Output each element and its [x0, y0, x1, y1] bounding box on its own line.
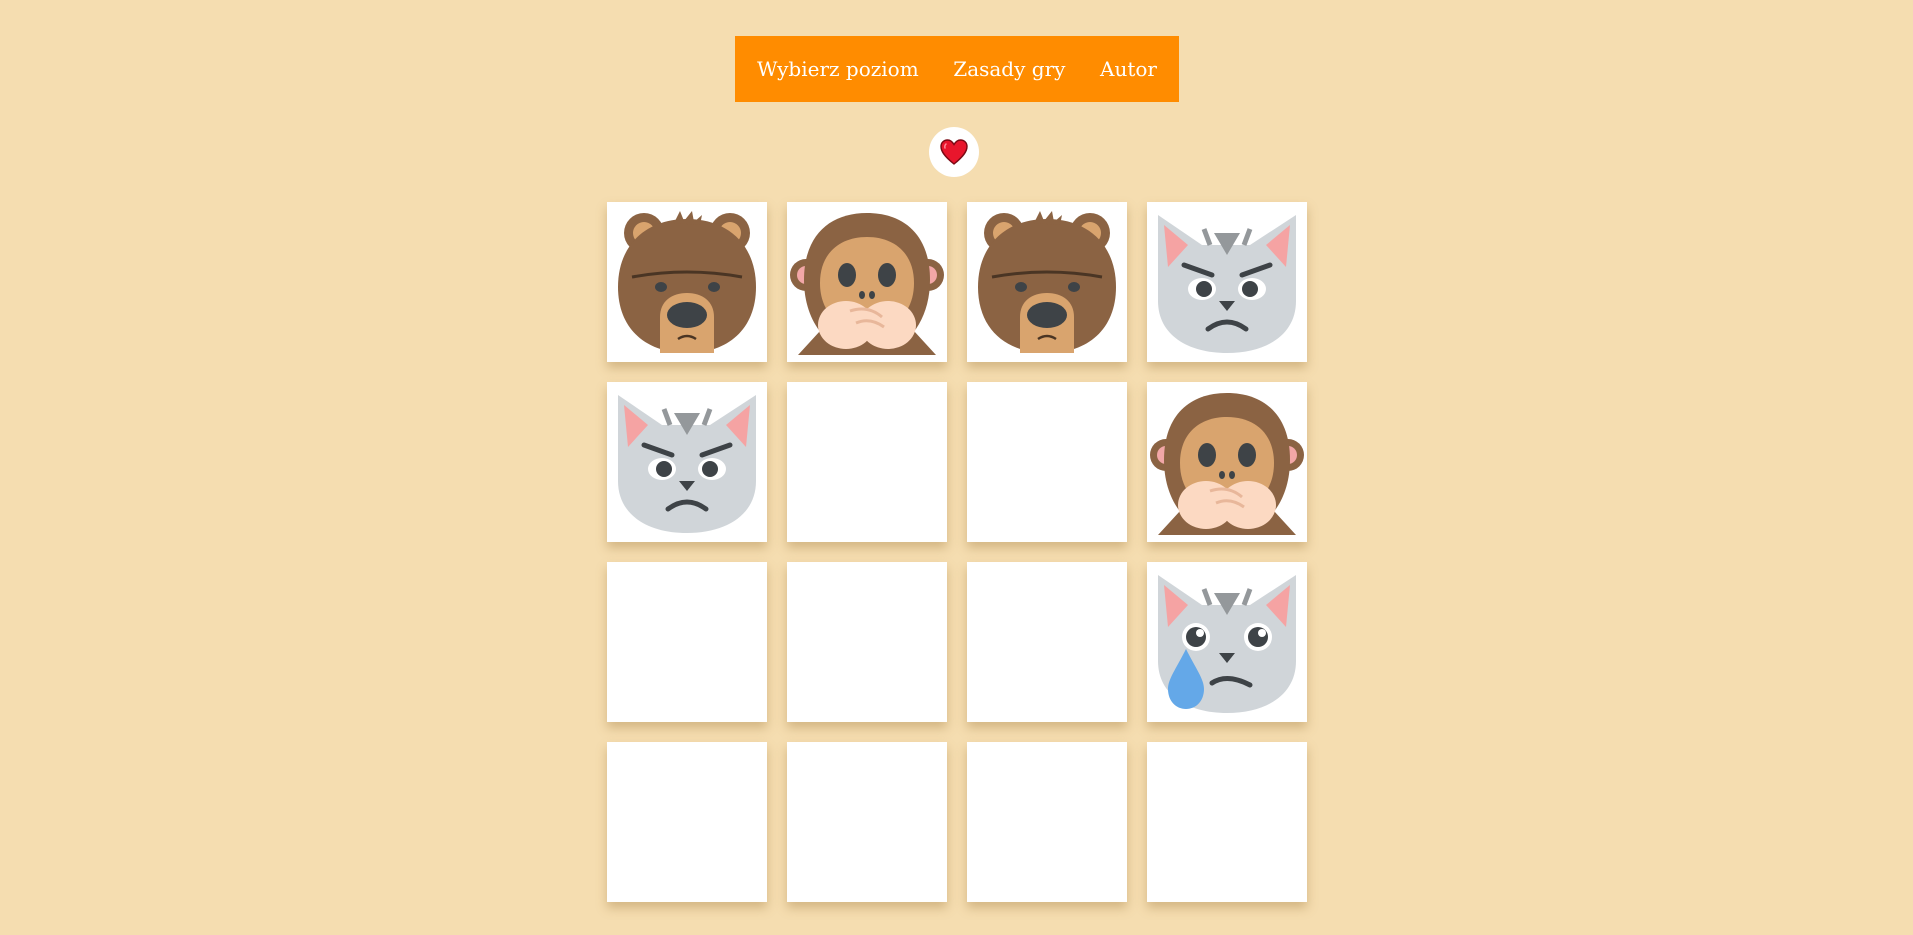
lives-indicator [929, 127, 979, 177]
memory-card[interactable] [607, 742, 767, 902]
memory-card[interactable] [1147, 742, 1307, 902]
memory-card[interactable] [607, 382, 767, 542]
nav-game-rules[interactable]: Zasady gry [953, 57, 1065, 81]
memory-card[interactable] [1147, 382, 1307, 542]
memory-card[interactable] [967, 202, 1127, 362]
monkey-icon [1150, 385, 1304, 539]
cat-crying-icon [1150, 565, 1304, 719]
memory-card[interactable] [787, 382, 947, 542]
nav-choose-level[interactable]: Wybierz poziom [757, 57, 919, 81]
heart-icon [940, 139, 968, 165]
memory-card[interactable] [787, 742, 947, 902]
game-board [607, 202, 1307, 902]
memory-card[interactable] [607, 562, 767, 722]
memory-card[interactable] [607, 202, 767, 362]
cat-angry-icon [1150, 205, 1304, 359]
nav-author[interactable]: Autor [1100, 57, 1157, 81]
monkey-icon [790, 205, 944, 359]
memory-card[interactable] [787, 202, 947, 362]
memory-card[interactable] [1147, 202, 1307, 362]
cat-angry-icon [610, 385, 764, 539]
memory-card[interactable] [967, 562, 1127, 722]
memory-card[interactable] [967, 382, 1127, 542]
memory-card[interactable] [1147, 562, 1307, 722]
bear-icon [610, 205, 764, 359]
memory-card[interactable] [787, 562, 947, 722]
memory-card[interactable] [967, 742, 1127, 902]
bear-icon [970, 205, 1124, 359]
main-nav: Wybierz poziom Zasady gry Autor [735, 36, 1179, 102]
